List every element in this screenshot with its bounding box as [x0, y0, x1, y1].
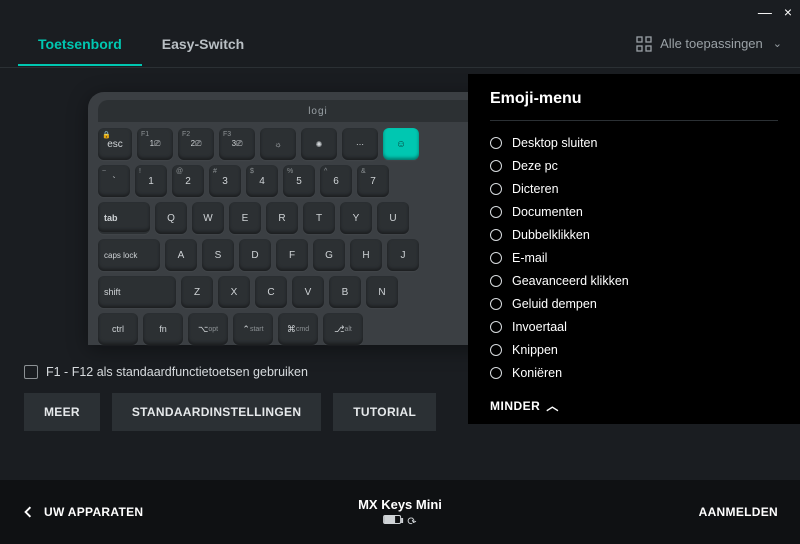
menu-item[interactable]: Deze pc: [490, 154, 778, 177]
key-w[interactable]: W: [192, 202, 224, 234]
menu-item[interactable]: Dicteren: [490, 177, 778, 200]
collapse-button[interactable]: MINDER ︿: [490, 389, 778, 414]
key-b[interactable]: B: [329, 276, 361, 308]
device-name: MX Keys Mini: [358, 497, 442, 512]
key-opt[interactable]: ⌥opt: [188, 313, 228, 345]
chevron-up-icon: ︿: [546, 397, 559, 414]
key-y[interactable]: Y: [340, 202, 372, 234]
std-fn-checkbox[interactable]: [24, 365, 38, 379]
key-2[interactable]: @2: [172, 165, 204, 197]
key-alt[interactable]: ⎇alt: [323, 313, 363, 345]
menu-item[interactable]: Geluid dempen: [490, 292, 778, 315]
key-a[interactable]: A: [165, 239, 197, 271]
emoji-menu-list: Desktop sluiten Deze pc Dicteren Documen…: [490, 131, 778, 389]
key-j[interactable]: J: [387, 239, 419, 271]
key-c[interactable]: C: [255, 276, 287, 308]
std-fn-label: F1 - F12 als standaardfunctietoetsen geb…: [46, 365, 308, 379]
all-applications-dropdown[interactable]: Alle toepassingen ⌄: [636, 36, 782, 52]
key-f3[interactable]: F33⎚: [219, 128, 255, 160]
key-f4[interactable]: ☼: [260, 128, 296, 160]
key-f1[interactable]: F11⎚: [137, 128, 173, 160]
key-f5[interactable]: ✺: [301, 128, 337, 160]
key-f6[interactable]: ⋯: [342, 128, 378, 160]
emoji-menu-title: Emoji-menu: [490, 90, 778, 108]
key-4[interactable]: $4: [246, 165, 278, 197]
radio-icon: [490, 160, 502, 172]
key-d[interactable]: D: [239, 239, 271, 271]
key-tab[interactable]: tab: [98, 202, 150, 234]
key-v[interactable]: V: [292, 276, 324, 308]
tutorial-button[interactable]: TUTORIAL: [333, 393, 436, 431]
more-button[interactable]: MEER: [24, 393, 100, 431]
key-esc[interactable]: 🔒esc: [98, 128, 132, 160]
sync-icon: ⟳: [405, 513, 418, 528]
key-tilde[interactable]: ~`: [98, 165, 130, 197]
tab-keyboard[interactable]: Toetsenbord: [18, 22, 142, 66]
key-u[interactable]: U: [377, 202, 409, 234]
login-button[interactable]: AANMELDEN: [699, 505, 778, 519]
radio-icon: [490, 252, 502, 264]
key-g[interactable]: G: [313, 239, 345, 271]
key-fn[interactable]: fn: [143, 313, 183, 345]
key-e[interactable]: E: [229, 202, 261, 234]
defaults-button[interactable]: STANDAARDINSTELLINGEN: [112, 393, 321, 431]
menu-item[interactable]: Dubbelklikken: [490, 223, 778, 246]
key-f2[interactable]: F22⎚: [178, 128, 214, 160]
radio-icon: [490, 206, 502, 218]
radio-icon: [490, 137, 502, 149]
grid-icon: [636, 36, 652, 52]
key-cmd[interactable]: ⌘cmd: [278, 313, 318, 345]
radio-icon: [490, 344, 502, 356]
key-t[interactable]: T: [303, 202, 335, 234]
key-5[interactable]: %5: [283, 165, 315, 197]
key-x[interactable]: X: [218, 276, 250, 308]
radio-icon: [490, 321, 502, 333]
key-1[interactable]: !1: [135, 165, 167, 197]
emoji-menu-panel: Emoji-menu Desktop sluiten Deze pc Dicte…: [468, 74, 800, 424]
key-start[interactable]: ⌃start: [233, 313, 273, 345]
key-f[interactable]: F: [276, 239, 308, 271]
bottom-bar: UW APPARATEN MX Keys Mini ⟳ AANMELDEN: [0, 480, 800, 544]
radio-icon: [490, 229, 502, 241]
menu-item[interactable]: Documenten: [490, 200, 778, 223]
window-minimize[interactable]: —: [758, 4, 772, 20]
key-ctrl[interactable]: ctrl: [98, 313, 138, 345]
battery-icon: [383, 515, 401, 524]
back-to-devices[interactable]: UW APPARATEN: [22, 505, 143, 519]
key-n[interactable]: N: [366, 276, 398, 308]
key-6[interactable]: ^6: [320, 165, 352, 197]
tab-bar: Toetsenbord Easy-Switch Alle toepassinge…: [0, 20, 800, 68]
chevron-down-icon: ⌄: [773, 37, 782, 50]
menu-item[interactable]: Geavanceerd klikken: [490, 269, 778, 292]
menu-item[interactable]: Koniëren: [490, 361, 778, 384]
radio-icon: [490, 367, 502, 379]
key-emoji-selected[interactable]: ☺: [383, 128, 419, 160]
window-close[interactable]: ×: [784, 4, 792, 20]
menu-item[interactable]: Invoertaal: [490, 315, 778, 338]
menu-item[interactable]: E-mail: [490, 246, 778, 269]
key-7[interactable]: &7: [357, 165, 389, 197]
key-shift[interactable]: shift: [98, 276, 176, 308]
menu-item[interactable]: Desktop sluiten: [490, 131, 778, 154]
radio-icon: [490, 298, 502, 310]
menu-item[interactable]: Knippen: [490, 338, 778, 361]
radio-icon: [490, 183, 502, 195]
key-capslock[interactable]: caps lock: [98, 239, 160, 271]
all-applications-label: Alle toepassingen: [660, 36, 763, 51]
key-s[interactable]: S: [202, 239, 234, 271]
key-q[interactable]: Q: [155, 202, 187, 234]
tab-easyswitch[interactable]: Easy-Switch: [142, 22, 264, 66]
key-r[interactable]: R: [266, 202, 298, 234]
key-3[interactable]: #3: [209, 165, 241, 197]
device-info: MX Keys Mini ⟳: [358, 497, 442, 528]
key-z[interactable]: Z: [181, 276, 213, 308]
radio-icon: [490, 275, 502, 287]
key-h[interactable]: H: [350, 239, 382, 271]
chevron-left-icon: [22, 506, 34, 518]
